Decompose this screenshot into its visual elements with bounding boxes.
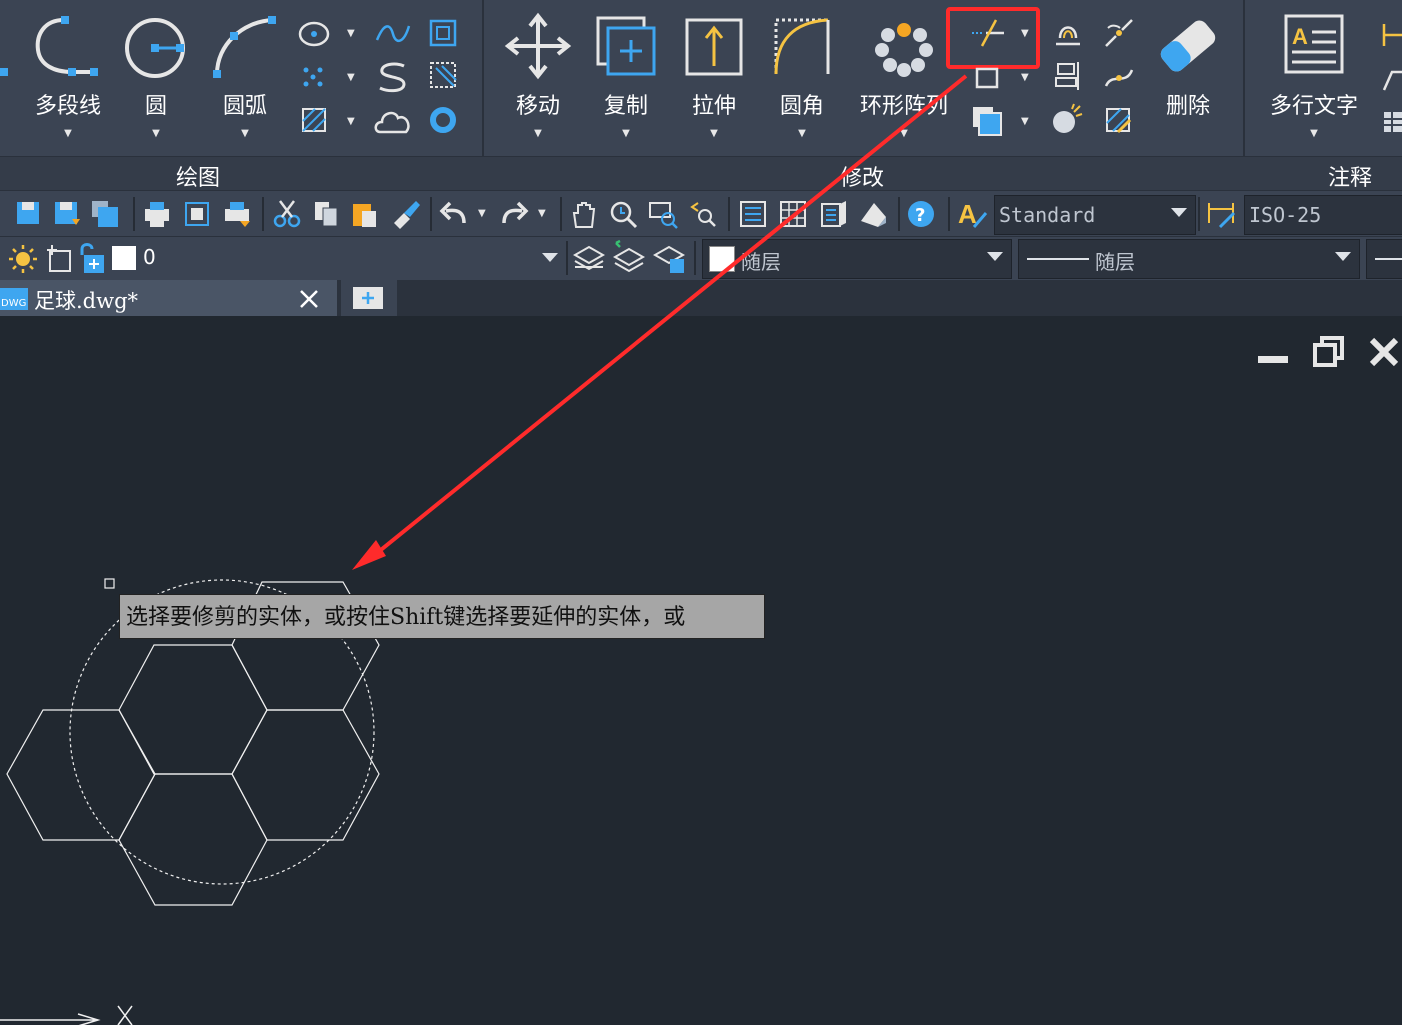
command-prompt-tooltip: 选择要修剪的实体，或按住Shift键选择要延伸的实体，或 <box>119 594 765 639</box>
annotation-arrow <box>352 74 968 570</box>
